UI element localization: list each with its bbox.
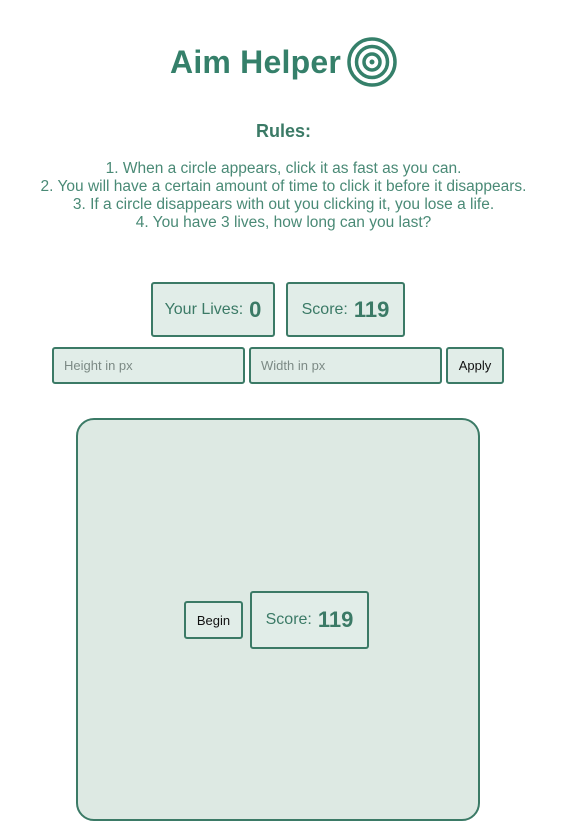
page-title: Aim Helper [170,43,341,80]
rule-item: 3. If a circle disappears with out you c… [72,196,495,213]
play-area-score-value: 119 [317,607,354,632]
rules-heading: Rules: [255,121,311,141]
score-label: Score: [301,300,348,318]
height-input[interactable] [52,347,245,384]
target-icon [347,37,397,87]
header: Aim Helper [0,34,567,90]
rule-item: 2. You will have a certain amount of tim… [40,178,527,195]
rule-item: 1. When a circle appears, click it as fa… [105,160,462,177]
begin-button[interactable]: Begin [184,601,243,639]
score-value: 119 [353,296,390,322]
score-box: Score: 119 [286,282,405,337]
width-input[interactable] [249,347,442,384]
apply-button[interactable]: Apply [446,347,504,384]
rules-list: 1. When a circle appears, click it as fa… [0,160,567,232]
lives-label: Your Lives: [164,300,244,318]
play-area-score-label: Score: [265,611,312,628]
play-area-score-box: Score: 119 [250,591,369,649]
lives-value: 0 [249,296,262,322]
rule-item: 4. You have 3 lives, how long can you la… [135,214,432,231]
lives-box: Your Lives: 0 [151,282,275,337]
